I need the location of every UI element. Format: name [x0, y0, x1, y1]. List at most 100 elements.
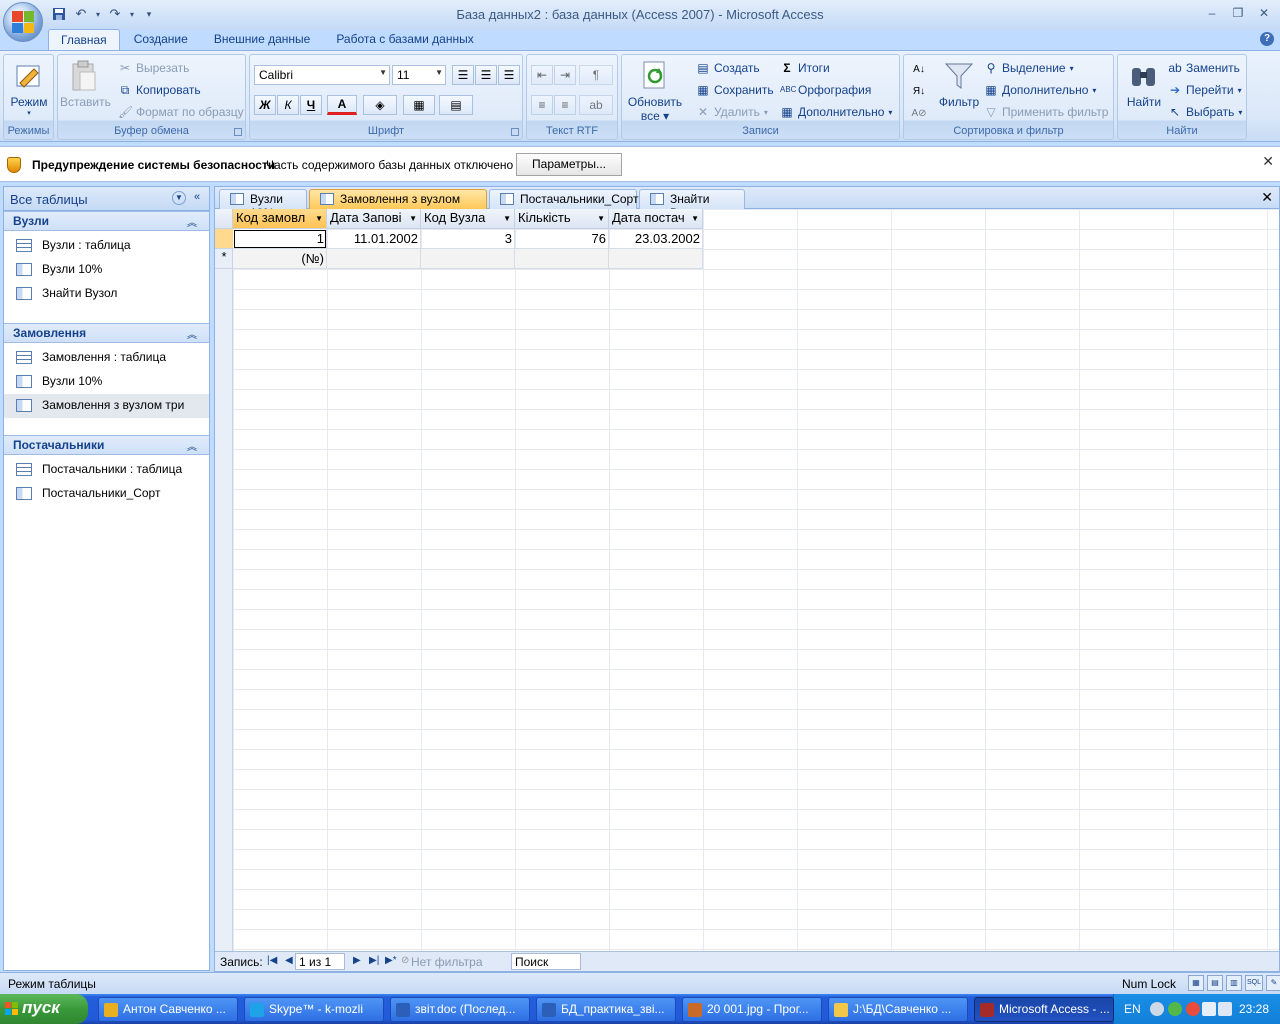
view-button[interactable]: Режим ▾	[5, 59, 53, 117]
collapse-group-icon[interactable]: ︽	[187, 438, 197, 453]
design-view-icon[interactable]: ✎	[1266, 975, 1280, 991]
previous-record-icon[interactable]: ◀	[285, 955, 293, 966]
taskbar-item[interactable]: Skype™ - k-mozli	[244, 997, 384, 1022]
column-header[interactable]: Кількість ▼	[515, 209, 609, 229]
last-record-icon[interactable]: ▶|	[369, 955, 379, 966]
bullets-button[interactable]: ≡	[554, 95, 576, 115]
font-color-button[interactable]: A	[327, 95, 357, 115]
document-tab[interactable]: Знайти Вузол	[639, 189, 745, 220]
nav-group-header[interactable]: Вузли ︽	[4, 211, 209, 231]
align-center-button[interactable]: ☰	[475, 65, 497, 85]
column-header[interactable]: Дата Запові ▼	[327, 209, 421, 229]
nav-item[interactable]: Вузли 10%	[4, 370, 209, 394]
nav-pane-header[interactable]: Все таблицы ▼ «	[4, 187, 209, 211]
new-record-nav-icon[interactable]: ▶*	[385, 955, 397, 966]
italic-button[interactable]: К	[277, 95, 299, 115]
select-all-corner[interactable]	[215, 209, 233, 229]
office-button[interactable]	[3, 2, 43, 42]
delete-record-button[interactable]: ✕ Удалить ▾	[696, 105, 768, 119]
close-document-icon[interactable]: ✕	[1261, 189, 1273, 206]
highlight-button[interactable]: ab	[579, 95, 613, 115]
column-dropdown-icon[interactable]: ▼	[409, 214, 417, 223]
back-arrow-icon[interactable]	[1150, 1002, 1164, 1016]
table-cell[interactable]: 76	[515, 229, 609, 249]
save-record-button[interactable]: ▦ Сохранить	[696, 83, 773, 97]
nav-item[interactable]: Замовлення : таблица	[4, 346, 209, 370]
nav-group-header[interactable]: Постачальники ︽	[4, 435, 209, 455]
collapse-group-icon[interactable]: ︽	[187, 326, 197, 341]
tab-database-tools[interactable]: Работа с базами данных	[324, 29, 485, 51]
paragraph-button[interactable]: ¶	[579, 65, 613, 85]
dialog-launcher-icon[interactable]	[511, 128, 519, 136]
clear-sort-button[interactable]: A⊘	[908, 103, 930, 123]
taskbar-item[interactable]: БД_практика_зві...	[536, 997, 676, 1022]
nav-group-header[interactable]: Замовлення ︽	[4, 323, 209, 343]
taskbar-item[interactable]: звіт.doc (Послед...	[390, 997, 530, 1022]
tab-create[interactable]: Создание	[122, 29, 200, 51]
nav-item[interactable]: Вузли 10%	[4, 258, 209, 282]
nav-item[interactable]: Постачальники_Сорт	[4, 482, 209, 506]
replace-button[interactable]: ab Заменить	[1168, 61, 1240, 75]
increase-indent-button[interactable]: ⇥	[554, 65, 576, 85]
advanced-filter-button[interactable]: ▦ Дополнительно ▾	[984, 83, 1096, 97]
decrease-indent-button[interactable]: ⇤	[531, 65, 553, 85]
help-icon[interactable]: ?	[1260, 32, 1274, 46]
selection-button[interactable]: ⚲ Выделение ▾	[984, 61, 1074, 75]
record-selector[interactable]	[215, 229, 233, 249]
document-tab[interactable]: Постачальники_Сорт	[489, 189, 638, 209]
dialog-launcher-icon[interactable]	[234, 128, 242, 136]
column-dropdown-icon[interactable]: ▼	[503, 214, 511, 223]
select-button[interactable]: ↖ Выбрать ▾	[1168, 105, 1242, 119]
first-record-icon[interactable]: |◀	[267, 955, 277, 966]
totals-button[interactable]: Σ Итоги	[780, 61, 829, 75]
chevron-down-icon[interactable]: ▼	[172, 191, 186, 205]
new-record-button[interactable]: ▤ Создать	[696, 61, 759, 75]
sort-descending-button[interactable]: Я↓	[908, 81, 930, 101]
pivot-table-icon[interactable]: ▤	[1207, 975, 1223, 991]
column-header[interactable]: Дата постач ▼	[609, 209, 703, 229]
numbering-button[interactable]: ≡	[531, 95, 553, 115]
filter-button[interactable]: Фильтр	[934, 59, 984, 109]
check-icon[interactable]	[1168, 1002, 1182, 1016]
close-icon[interactable]: ✕	[1262, 153, 1274, 170]
collapse-pane-icon[interactable]: «	[194, 191, 200, 203]
column-dropdown-icon[interactable]: ▼	[315, 214, 323, 223]
next-record-icon[interactable]: ▶	[353, 955, 361, 966]
minimize-button[interactable]: –	[1202, 4, 1222, 22]
nav-item[interactable]: Замовлення з вузлом три	[4, 394, 209, 418]
document-tab[interactable]: Вузли 10%	[219, 189, 307, 220]
datasheet-grid[interactable]	[215, 209, 1279, 951]
column-dropdown-icon[interactable]: ▼	[691, 214, 699, 223]
paste-button[interactable]: Вставить	[60, 59, 111, 109]
nav-item[interactable]: Вузли : таблица	[4, 234, 209, 258]
nav-item[interactable]: Знайти Вузол	[4, 282, 209, 306]
taskbar-item[interactable]: Microsoft Access - ...	[974, 997, 1114, 1022]
sql-view-button[interactable]: SQL	[1245, 975, 1263, 991]
current-record-field[interactable]: 1 из 1	[295, 953, 345, 970]
fill-color-button[interactable]: ◈	[363, 95, 397, 115]
options-button[interactable]: Параметры...	[516, 153, 622, 176]
underline-button[interactable]: Ч	[300, 95, 322, 115]
column-header[interactable]: Код замовл ▼	[233, 209, 327, 229]
bold-button[interactable]: Ж	[254, 95, 276, 115]
opera-icon[interactable]	[1186, 1002, 1200, 1016]
alt-fill-button[interactable]: ▤	[439, 95, 473, 115]
collapse-group-icon[interactable]: ︽	[187, 214, 197, 229]
filter-status[interactable]: Нет фильтра	[411, 955, 483, 969]
restore-button[interactable]: ❐	[1228, 4, 1248, 22]
language-indicator[interactable]: EN	[1124, 1002, 1141, 1016]
document-tab[interactable]: Замовлення з вузлом три	[309, 189, 487, 220]
new-row-cell[interactable]	[327, 249, 421, 269]
tab-external-data[interactable]: Внешние данные	[202, 29, 323, 51]
pivot-chart-icon[interactable]: ▥	[1226, 975, 1242, 991]
goto-button[interactable]: ➔ Перейти ▾	[1168, 83, 1242, 97]
new-row-cell[interactable]	[609, 249, 703, 269]
toggle-filter-button[interactable]: ▽ Применить фильтр	[984, 105, 1108, 119]
new-row-cell[interactable]	[421, 249, 515, 269]
close-button[interactable]: ✕	[1254, 4, 1274, 22]
volume-icon[interactable]	[1218, 1002, 1232, 1016]
nav-item[interactable]: Постачальники : таблица	[4, 458, 209, 482]
taskbar-item[interactable]: Антон Савченко ...	[98, 997, 238, 1022]
new-record-marker[interactable]: *	[215, 249, 233, 269]
cut-button[interactable]: ✂ Вырезать	[118, 61, 189, 75]
